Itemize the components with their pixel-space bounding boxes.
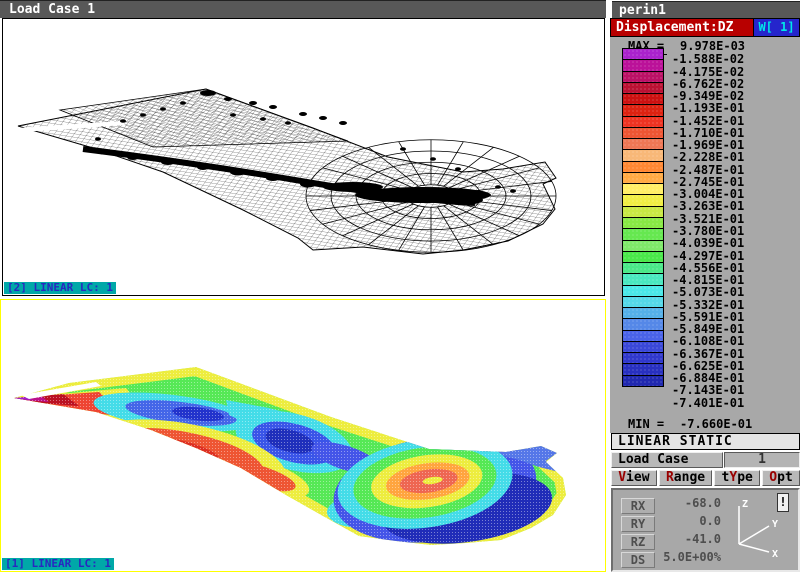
load-case-button[interactable]: Load Case: [611, 452, 723, 468]
load-case-value[interactable]: 1: [724, 452, 800, 468]
menu-button-text: R: [666, 470, 674, 485]
menu-button-text: ange: [674, 470, 705, 485]
transform-row: DS5.0E+00%: [621, 549, 721, 567]
menu-button-range[interactable]: Range: [659, 470, 713, 486]
legend-max-value: 9.978E-03: [680, 39, 745, 53]
viewport-contour[interactable]: [1] LINEAR LC: 1: [0, 299, 606, 572]
menu-button-type[interactable]: tYpe: [714, 470, 760, 486]
menu-button-text: iew: [626, 470, 649, 485]
result-label: Displacement:DZ: [616, 20, 733, 35]
axis-y-label: Y: [772, 519, 778, 530]
legend-min-value: -7.660E-01: [680, 417, 752, 431]
window-number-badge[interactable]: W[ 1]: [753, 19, 799, 36]
control-panel: perin1 Displacement:DZ W[ 1] MAX = 9.978…: [610, 0, 800, 576]
transform-value-rz: -41.0: [655, 531, 721, 547]
contour-plot-graphic: [1, 300, 605, 571]
transform-value-ds: 5.0E+00%: [655, 549, 721, 565]
transform-row: RY0.0: [621, 513, 721, 531]
transform-button-rx[interactable]: RX: [621, 498, 655, 514]
transform-value-rx: -68.0: [655, 495, 721, 511]
window-titlebar[interactable]: Load Case 1: [0, 0, 606, 18]
viewport-wireframe[interactable]: [2] LINEAR LC: 1: [2, 18, 605, 296]
legend-min-label: MIN =: [626, 417, 667, 431]
transform-rows: RX-68.0RY0.0RZ-41.0DS5.0E+00%: [621, 495, 721, 567]
menu-button-text: V: [618, 470, 626, 485]
transform-panel: RX-68.0RY0.0RZ-41.0DS5.0E+00% Z Y X !: [611, 488, 800, 572]
axis-x-label: X: [772, 549, 778, 560]
model-name: perin1: [619, 3, 666, 18]
menu-button-text: O: [769, 470, 777, 485]
menu-button-text: pt: [777, 470, 793, 485]
load-case-row: Load Case 1: [611, 452, 800, 468]
transform-button-ds[interactable]: DS: [621, 552, 655, 568]
transform-row: RX-68.0: [621, 495, 721, 513]
menu-button-text: pe: [737, 470, 753, 485]
app-window: Load Case 1: [0, 0, 800, 576]
viewport-label-top: [2] LINEAR LC: 1: [4, 282, 116, 294]
window-title: Load Case 1: [9, 2, 95, 17]
menu-button-view[interactable]: View: [611, 470, 657, 486]
transform-value-ry: 0.0: [655, 513, 721, 529]
legend-band: [622, 375, 664, 387]
transform-button-rz[interactable]: RZ: [621, 534, 655, 550]
legend-band-column: [622, 48, 664, 387]
viewport-label-bottom: [1] LINEAR LC: 1: [2, 558, 114, 570]
alert-slider[interactable]: !: [777, 493, 789, 512]
transform-button-ry[interactable]: RY: [621, 516, 655, 532]
analysis-type-bar: LINEAR STATIC: [611, 433, 800, 450]
legend-boundary-value: -7.401E-01: [672, 397, 744, 410]
transform-row: RZ-41.0: [621, 531, 721, 549]
axis-z-label: Z: [742, 499, 748, 510]
result-bar[interactable]: Displacement:DZ W[ 1]: [610, 18, 800, 37]
menu-button-opt[interactable]: Opt: [762, 470, 800, 486]
panel-titlebar[interactable]: perin1: [612, 1, 800, 18]
wireframe-mesh-graphic: [3, 19, 604, 295]
menu-bar: ViewRangetYpeOpt: [611, 470, 800, 486]
contour-legend: MAX = 9.978E-03 -1.588E-02-4.175E-02-6.7…: [610, 37, 800, 433]
